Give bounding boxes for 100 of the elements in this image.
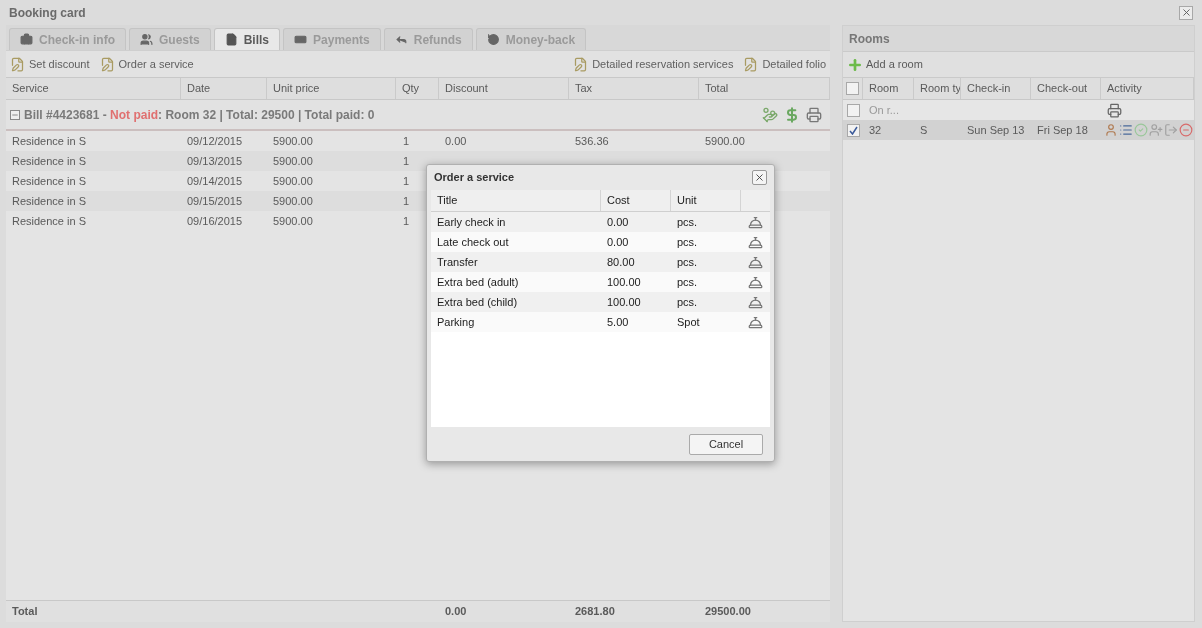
table-cell: On r...	[869, 103, 899, 116]
close-button[interactable]	[1179, 5, 1193, 20]
column-header[interactable]: Date	[187, 80, 211, 97]
tab-icon	[140, 33, 153, 46]
table-cell: 1	[402, 214, 409, 227]
total-cell: Total	[12, 605, 38, 618]
checkbox[interactable]	[846, 123, 860, 137]
table-cell: 32	[869, 123, 882, 136]
table-cell: S	[920, 123, 928, 136]
column-header[interactable]: Qty	[402, 80, 420, 97]
close-icon	[754, 172, 765, 183]
toolbar-button[interactable]: Detailed folio	[743, 55, 826, 73]
column-header[interactable]: Check-in	[967, 80, 1011, 97]
close-button[interactable]	[752, 170, 767, 185]
bell-icon[interactable]	[748, 294, 763, 310]
table-cell: 0.00	[607, 215, 629, 228]
column-header[interactable]: Check-out	[1037, 80, 1088, 97]
table-cell: 5900.00	[273, 194, 313, 207]
table-cell: 09/15/2015	[187, 194, 243, 207]
table-cell: Sun Sep 13	[967, 123, 1025, 136]
cancel-button[interactable]: Cancel	[689, 433, 763, 455]
tab[interactable]: Bills	[213, 28, 281, 50]
table-cell: 536.36	[575, 134, 609, 147]
table-cell: 1	[402, 194, 409, 207]
checkbox[interactable]	[846, 82, 859, 95]
table-cell: pcs.	[677, 215, 698, 228]
table-cell: Residence in S	[12, 154, 86, 167]
table-cell: 09/14/2015	[187, 174, 243, 187]
column-header[interactable]: Tax	[575, 80, 593, 97]
table-cell: 0.00	[445, 134, 467, 147]
table-cell: 5900.00	[273, 154, 313, 167]
remove-icon[interactable]	[1179, 123, 1193, 137]
tab-icon	[394, 33, 408, 46]
add-room-button[interactable]: Add a room	[847, 56, 923, 73]
bell-icon[interactable]	[748, 314, 763, 330]
close-icon	[1180, 7, 1192, 18]
table-cell: Transfer	[437, 255, 478, 268]
plus-icon	[847, 56, 863, 73]
table-cell: 1	[402, 134, 409, 147]
window-title: Booking card	[9, 4, 86, 22]
table-cell: Residence in S	[12, 134, 86, 147]
total-cell: 29500.00	[705, 605, 751, 618]
checkbox[interactable]	[846, 103, 860, 117]
bell-icon[interactable]	[748, 254, 763, 270]
table-cell: Residence in S	[12, 214, 86, 227]
dollar-icon	[784, 106, 800, 123]
column-header[interactable]: Discount	[445, 80, 488, 97]
table-cell: Fri Sep 18	[1037, 123, 1088, 136]
table-cell: 5900.00	[705, 134, 745, 147]
dialog-title: Order a service	[434, 170, 515, 186]
table-cell: 0.00	[607, 235, 629, 248]
column-header[interactable]: Room	[869, 80, 899, 97]
table-cell: Residence in S	[12, 174, 86, 187]
toolbar-button[interactable]: Order a service	[99, 55, 194, 73]
note-icon	[99, 56, 115, 72]
table-cell: Parking	[437, 315, 475, 328]
list-icon[interactable]	[1119, 123, 1133, 137]
table-cell: 09/13/2015	[187, 154, 243, 167]
table-cell: 80.00	[607, 255, 635, 268]
bell-icon[interactable]	[748, 234, 763, 250]
print-icon	[1107, 102, 1122, 118]
table-cell: 09/12/2015	[187, 134, 243, 147]
table-cell: Late check out	[437, 235, 509, 248]
table-cell: 5900.00	[273, 134, 313, 147]
table-cell: 09/16/2015	[187, 214, 243, 227]
column-header[interactable]: Unit price	[273, 80, 320, 97]
tab-icon	[224, 33, 238, 46]
table-cell: 1	[402, 154, 409, 167]
table-cell: Extra bed (child)	[437, 295, 518, 308]
note-icon	[743, 56, 759, 72]
column-header[interactable]: Service	[12, 80, 49, 97]
bell-icon[interactable]	[748, 274, 763, 290]
table-cell: 100.00	[607, 295, 641, 308]
table-cell: 5.00	[607, 315, 629, 328]
note-icon	[573, 56, 589, 72]
column-header[interactable]: Activity	[1107, 80, 1142, 97]
total-cell: 2681.80	[575, 605, 615, 618]
check-icon[interactable]	[1134, 123, 1148, 137]
table-cell: Extra bed (adult)	[437, 275, 519, 288]
column-header[interactable]: Unit	[677, 192, 697, 209]
column-header[interactable]: Room ty	[920, 80, 960, 97]
tab-icon	[20, 33, 33, 46]
column-header[interactable]: Total	[705, 80, 729, 97]
column-header[interactable]: Cost	[607, 192, 630, 209]
table-cell: pcs.	[677, 235, 698, 248]
user-icon[interactable]	[1104, 123, 1118, 137]
collapse-icon	[10, 109, 20, 120]
column-header[interactable]: Title	[437, 192, 458, 209]
note-icon	[10, 56, 25, 72]
toolbar-button[interactable]: Detailed reservation services	[573, 55, 734, 73]
table-cell: pcs.	[677, 295, 698, 308]
table-cell: pcs.	[677, 255, 698, 268]
table-cell: 5900.00	[273, 174, 313, 187]
table-cell: pcs.	[677, 275, 698, 288]
total-cell: 0.00	[445, 605, 467, 618]
bell-icon[interactable]	[748, 214, 763, 230]
table-cell: Spot	[677, 315, 700, 328]
panel-title: Rooms	[849, 30, 890, 48]
toolbar-button[interactable]: Set discount	[10, 55, 90, 73]
print-icon	[806, 106, 822, 123]
